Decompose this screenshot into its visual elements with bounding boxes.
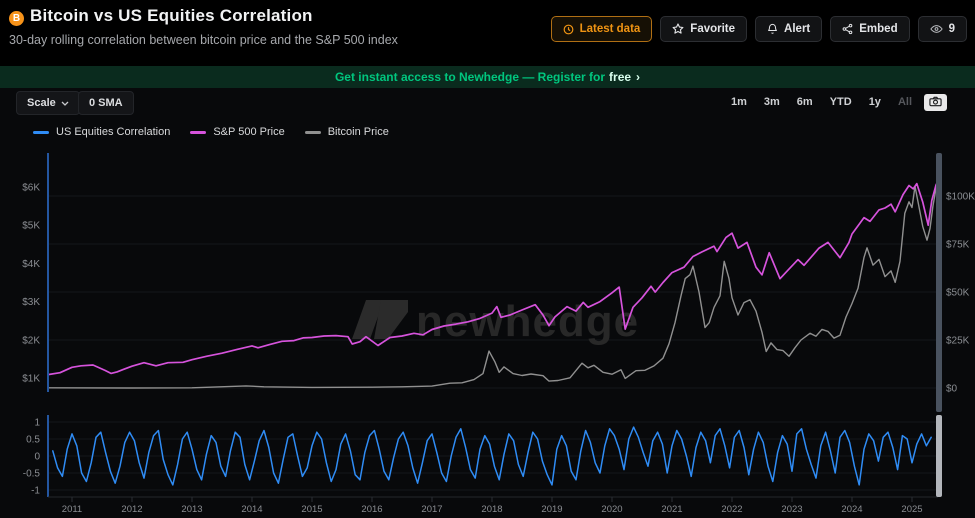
- eye-icon: [930, 24, 943, 34]
- correlation-panel-scrollbar[interactable]: [936, 415, 942, 497]
- range-6m[interactable]: 6m: [792, 93, 818, 111]
- svg-text:2024: 2024: [841, 504, 862, 515]
- embed-button[interactable]: Embed: [830, 16, 909, 42]
- svg-text:2012: 2012: [121, 504, 142, 515]
- range-1m[interactable]: 1m: [726, 93, 752, 111]
- svg-text:$3K: $3K: [22, 297, 40, 308]
- svg-text:$0: $0: [946, 384, 958, 395]
- correlation-axis-labels: 1 0.5 0 -0.5 -1: [23, 418, 41, 497]
- page-subtitle: 30-day rolling correlation between bitco…: [9, 33, 398, 47]
- legend-item-correlation[interactable]: US Equities Correlation: [33, 126, 170, 138]
- price-panel-scrollbar[interactable]: [936, 153, 942, 412]
- range-selector: 1m 3m 6m YTD 1y All: [726, 93, 917, 111]
- correlation-swatch: [33, 131, 49, 134]
- page-title: Bitcoin vs US Equities Correlation: [30, 6, 313, 26]
- alert-button[interactable]: Alert: [755, 16, 822, 42]
- favorite-button[interactable]: Favorite: [660, 16, 747, 42]
- svg-text:$6K: $6K: [22, 183, 40, 194]
- svg-text:2015: 2015: [301, 504, 322, 515]
- banner-free-text: free: [609, 70, 631, 84]
- bitcoin-icon: B: [9, 11, 24, 26]
- svg-text:2017: 2017: [421, 504, 442, 515]
- sma-button[interactable]: 0 SMA: [78, 91, 134, 115]
- svg-text:$5K: $5K: [22, 221, 40, 232]
- header-actions: Latest data Favorite Alert Embed 9: [551, 16, 967, 42]
- sp500-swatch: [190, 131, 206, 134]
- header: B Bitcoin vs US Equities Correlation 30-…: [0, 0, 975, 66]
- price-left-axis-labels: $1K $2K $3K $4K $5K $6K: [22, 183, 40, 385]
- svg-text:2014: 2014: [241, 504, 262, 515]
- range-3m[interactable]: 3m: [759, 93, 785, 111]
- views-button[interactable]: 9: [918, 16, 967, 42]
- svg-text:2025: 2025: [901, 504, 922, 515]
- svg-text:2011: 2011: [62, 504, 82, 515]
- legend-item-bitcoin[interactable]: Bitcoin Price: [305, 126, 389, 138]
- register-banner[interactable]: Get instant access to Newhedge — Registe…: [0, 66, 975, 88]
- bell-icon: [767, 23, 778, 35]
- legend-item-sp500[interactable]: S&P 500 Price: [190, 126, 284, 138]
- svg-text:newhedge: newhedge: [416, 297, 639, 346]
- svg-text:-0.5: -0.5: [23, 469, 41, 480]
- svg-text:0: 0: [34, 452, 40, 463]
- clock-icon: [563, 24, 574, 35]
- svg-text:2022: 2022: [721, 504, 742, 515]
- svg-text:$100K: $100K: [946, 192, 975, 203]
- scale-dropdown[interactable]: Scale: [16, 91, 80, 115]
- x-axis-labels: 2011 2012 2013 2014 2015 2016 2017 2018 2019 2020…: [62, 497, 923, 515]
- price-right-axis-labels: $0 $25K $50K $75K $100K: [946, 192, 975, 395]
- share-icon: [842, 23, 853, 35]
- latest-data-button[interactable]: Latest data: [551, 16, 653, 42]
- svg-text:1: 1: [34, 418, 40, 429]
- bitcoin-swatch: [305, 131, 321, 134]
- star-icon: [672, 23, 684, 35]
- svg-text:2019: 2019: [541, 504, 562, 515]
- range-ytd[interactable]: YTD: [825, 93, 857, 111]
- svg-text:$25K: $25K: [946, 336, 970, 347]
- bitcoin-price-line: [48, 183, 938, 388]
- range-all[interactable]: All: [893, 93, 917, 111]
- chevron-right-icon: ›: [636, 70, 640, 84]
- svg-text:0.5: 0.5: [26, 435, 40, 446]
- svg-text:2013: 2013: [181, 504, 202, 515]
- svg-text:$2K: $2K: [22, 335, 40, 346]
- svg-text:2016: 2016: [361, 504, 382, 515]
- svg-text:2021: 2021: [661, 504, 682, 515]
- svg-text:$1K: $1K: [22, 374, 40, 385]
- camera-icon: [929, 94, 942, 112]
- screenshot-button[interactable]: [924, 94, 947, 111]
- banner-text: Get instant access to Newhedge — Registe…: [335, 70, 605, 84]
- svg-text:2020: 2020: [601, 504, 622, 515]
- svg-text:-1: -1: [31, 486, 40, 497]
- svg-text:2023: 2023: [781, 504, 802, 515]
- page: newhedge $1K $2K $3K $4K $5K $6K $0 $25K $50K $75K…: [0, 0, 975, 518]
- svg-text:$75K: $75K: [946, 240, 970, 251]
- svg-text:$4K: $4K: [22, 259, 40, 270]
- svg-text:$50K: $50K: [946, 288, 970, 299]
- chevron-down-icon: [61, 97, 69, 109]
- legend: US Equities Correlation S&P 500 Price Bi…: [33, 126, 389, 138]
- svg-text:2018: 2018: [481, 504, 502, 515]
- views-count: 9: [949, 23, 955, 35]
- range-1y[interactable]: 1y: [864, 93, 886, 111]
